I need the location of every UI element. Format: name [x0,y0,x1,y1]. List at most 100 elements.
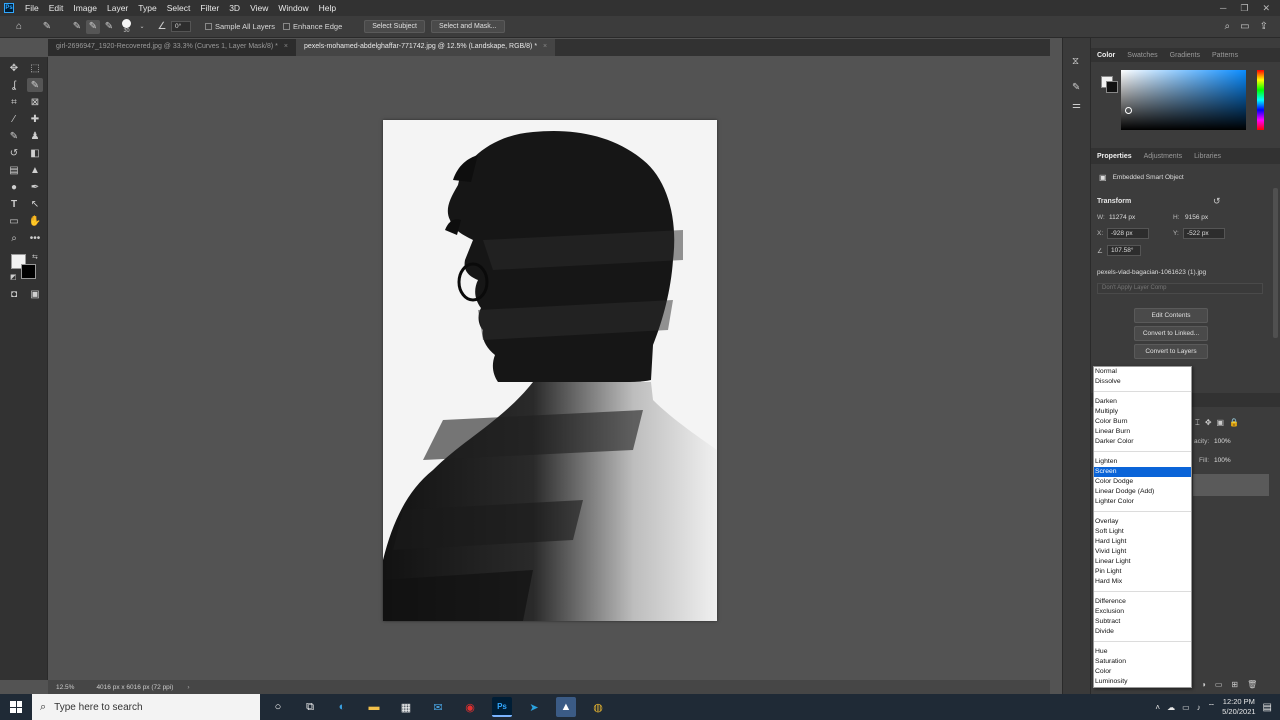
default-colors-icon[interactable]: ◩ [10,273,17,281]
close-icon[interactable]: ✕ [1262,3,1270,14]
hue-slider[interactable] [1257,70,1264,130]
tab-color[interactable]: Color [1091,52,1121,59]
photoshop-taskbar-icon[interactable]: Ps [492,697,512,717]
blend-mode-option[interactable]: Hard Mix [1094,577,1191,587]
blend-mode-option[interactable]: Normal [1094,367,1191,377]
blend-mode-option[interactable]: Difference [1094,597,1191,607]
menu-select[interactable]: Select [162,3,196,13]
blend-mode-option[interactable]: Soft Light [1094,527,1191,537]
history-brush-tool-icon[interactable]: ↺ [6,146,22,160]
blend-mode-option[interactable]: Multiply [1094,407,1191,417]
onedrive-icon[interactable]: ☁ [1167,703,1175,712]
blend-mode-option[interactable]: Luminosity [1094,677,1191,687]
blend-mode-option[interactable]: Hard Light [1094,537,1191,547]
file-explorer-icon[interactable]: ▬ [364,697,384,717]
folder-icon[interactable]: ▭ [1215,680,1223,689]
sample-all-layers-checkbox[interactable]: Sample All Layers [205,22,275,31]
tab-swatches[interactable]: Swatches [1121,52,1163,59]
menu-file[interactable]: File [20,3,44,13]
mask-icon[interactable]: ◑ [1201,680,1206,689]
mail-icon[interactable]: ✉ [428,697,448,717]
blend-mode-option[interactable]: Vivid Light [1094,547,1191,557]
network-icon[interactable]: ⌔ [1208,702,1216,712]
blend-mode-option[interactable]: Overlay [1094,517,1191,527]
notifications-icon[interactable]: ▤ [1263,702,1272,713]
background-color-swatch[interactable] [21,264,36,279]
rectangle-tool-icon[interactable]: ▭ [6,214,22,228]
lock-artboard-icon[interactable]: ▣ [1217,418,1225,428]
battery-icon[interactable]: ▭ [1182,703,1190,712]
home-icon[interactable]: ⌂ [12,20,26,34]
workspace-icon[interactable]: ▭ [1240,21,1249,32]
task-view-icon[interactable]: ⧉ [300,697,320,717]
width-value[interactable]: 11274 px [1109,214,1135,221]
blend-mode-option[interactable]: Screen [1094,467,1191,477]
blur-tool-icon[interactable]: ▲ [27,163,43,177]
blend-mode-option[interactable]: Hue [1094,647,1191,657]
blend-mode-option[interactable]: Color [1094,667,1191,677]
blend-mode-option[interactable]: Linear Light [1094,557,1191,567]
subtract-selection-icon[interactable]: ✎ [102,20,116,34]
chrome-icon[interactable]: ◍ [588,697,608,717]
windows-start-icon[interactable] [10,701,22,713]
tab-document-2[interactable]: pexels-mohamed-abdelghaffar-771742.jpg @… [295,39,556,56]
layer-comp-select[interactable]: Don't Apply Layer Comp [1097,283,1263,294]
tab-libraries[interactable]: Libraries [1188,153,1227,160]
type-tool-icon[interactable]: T [6,197,22,211]
blend-mode-option[interactable]: Dissolve [1094,377,1191,387]
background-color-chip[interactable] [1106,81,1118,93]
chevron-down-icon[interactable]: ⌄ [135,20,149,34]
blend-mode-option[interactable]: Lighten [1094,457,1191,467]
add-to-selection-icon[interactable]: ✎ [86,19,100,34]
menu-layer[interactable]: Layer [102,3,133,13]
document-canvas[interactable] [383,120,717,621]
lock-position-icon[interactable]: ✥ [1205,418,1212,428]
blend-mode-option[interactable]: Divide [1094,627,1191,637]
brush-settings-icon[interactable]: ✎ [1072,82,1080,93]
menu-view[interactable]: View [245,3,273,13]
taskbar-search-box[interactable]: ⌕ Type here to search [32,694,260,720]
lock-all-icon[interactable]: 🔒 [1229,418,1239,428]
healing-brush-tool-icon[interactable]: ✚ [27,112,43,126]
new-layer-icon[interactable]: ⊞ [1231,680,1238,689]
zoom-level[interactable]: 12.5% [56,684,74,691]
opacity-value[interactable]: 100% [1214,438,1231,445]
quick-selection-tool-icon[interactable]: ✎ [27,78,43,92]
gradient-tool-icon[interactable]: ▤ [6,163,22,177]
menu-type[interactable]: Type [133,3,161,13]
properties-scrollbar[interactable] [1273,188,1278,338]
volume-icon[interactable]: ♪ [1197,703,1201,712]
height-value[interactable]: 9156 px [1185,214,1208,221]
swap-colors-icon[interactable]: ⇆ [32,253,38,261]
move-tool-icon[interactable]: ✥ [6,61,22,75]
hand-tool-icon[interactable]: ✋ [27,214,43,228]
eraser-tool-icon[interactable]: ◧ [27,146,43,160]
quick-mask-icon[interactable]: ◘ [6,287,22,301]
marquee-tool-icon[interactable]: ⬚ [27,61,43,75]
selected-layer-row[interactable] [1193,474,1269,496]
angle-field[interactable]: 0° [171,21,191,32]
lasso-tool-icon[interactable]: ʆ [6,78,22,92]
edit-contents-button[interactable]: Edit Contents [1134,308,1208,323]
select-and-mask-button[interactable]: Select and Mask... [431,20,505,33]
history-panel-icon[interactable]: ⧖ [1072,56,1079,67]
minimize-icon[interactable]: ─ [1220,3,1226,14]
edge-browser-icon[interactable]: ◐ [332,697,352,717]
blend-mode-option[interactable]: Subtract [1094,617,1191,627]
tab-gradients[interactable]: Gradients [1164,52,1206,59]
blend-mode-option[interactable]: Pin Light [1094,567,1191,577]
angle-field[interactable]: 107.58° [1107,245,1141,256]
blend-mode-option[interactable]: Color Burn [1094,417,1191,427]
blend-mode-option[interactable]: Color Dodge [1094,477,1191,487]
canvas-area[interactable] [48,57,1050,680]
tab-patterns[interactable]: Patterns [1206,52,1244,59]
share-icon[interactable]: ⇪ [1260,21,1268,32]
tab-document-1[interactable]: girl-2696947_1920-Recovered.jpg @ 33.3% … [48,39,296,56]
recording-app-icon[interactable]: ◉ [460,697,480,717]
eyedropper-tool-icon[interactable]: ⁄ [6,112,22,126]
blend-mode-option[interactable]: Darken [1094,397,1191,407]
crop-tool-icon[interactable]: ⌗ [6,95,22,109]
telegram-icon[interactable]: ➤ [524,697,544,717]
blend-mode-dropdown[interactable]: Normal Dissolve Darken Multiply Color Burn Li… [1093,366,1192,688]
close-tab-icon[interactable]: × [284,43,288,50]
